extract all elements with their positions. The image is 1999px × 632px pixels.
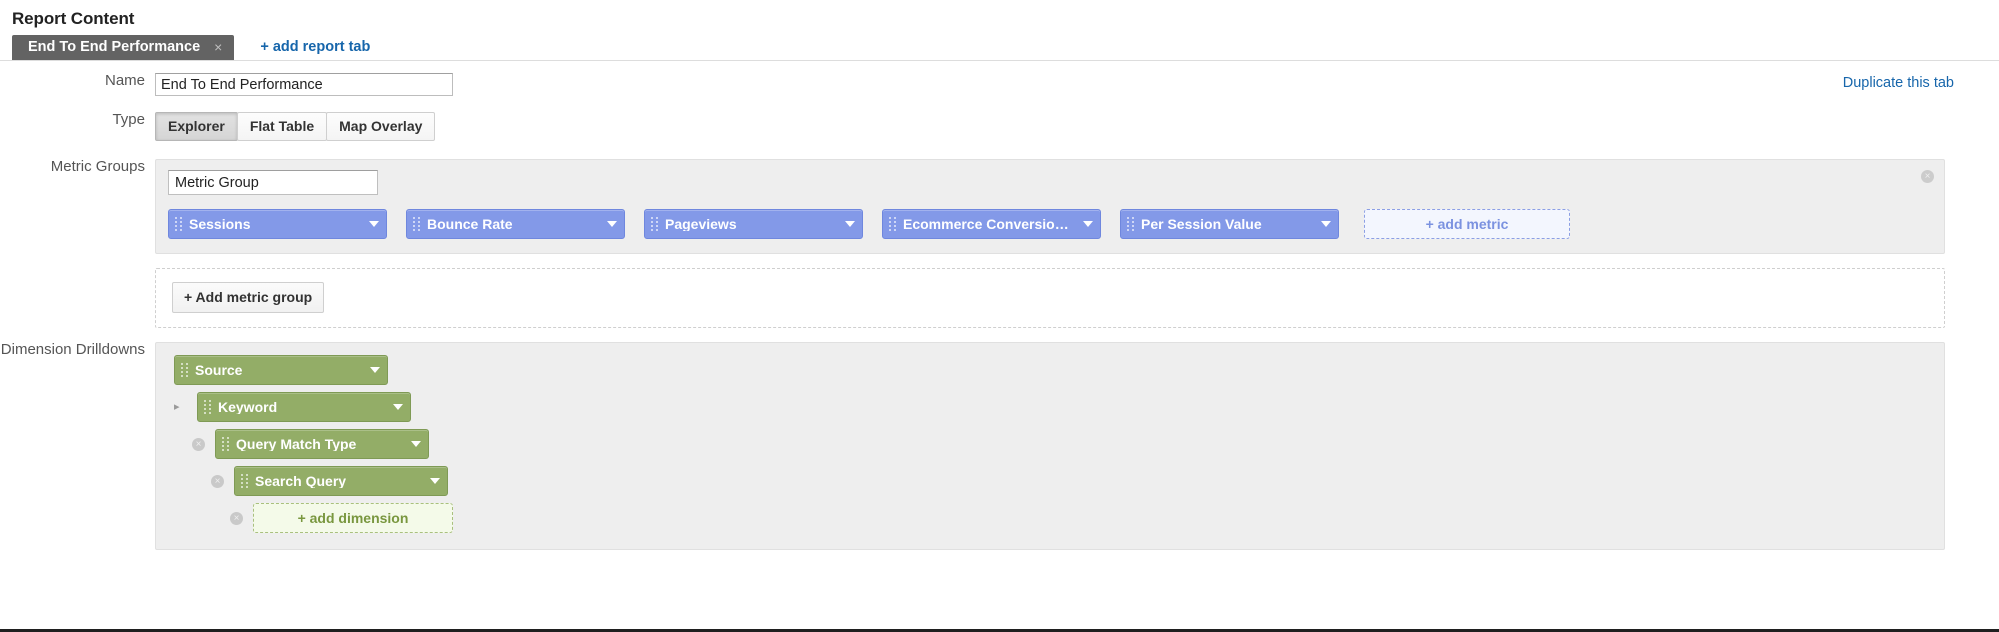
dimension-drilldowns-panel: Source ▸ Keyword × Query Match Type × Se… [155, 342, 1945, 551]
drag-handle-icon[interactable] [413, 217, 420, 232]
report-tab-label: End To End Performance [28, 38, 201, 55]
chevron-down-icon[interactable] [370, 367, 380, 374]
drag-handle-icon[interactable] [241, 474, 248, 489]
type-row: Type Explorer Flat Table Map Overlay [0, 111, 1999, 142]
dimension-row-keyword: ▸ Keyword [168, 392, 1932, 423]
report-tab-end-to-end-performance[interactable]: End To End Performance × [12, 35, 235, 60]
drag-handle-icon[interactable] [175, 217, 182, 232]
name-label: Name [104, 72, 145, 89]
metric-pill-row: Sessions Bounce Rate Pageviews Ecommerce… [168, 209, 1932, 240]
add-metric-button[interactable]: + add metric [1364, 209, 1570, 240]
type-option-explorer[interactable]: Explorer [155, 112, 238, 142]
name-row: Name Duplicate this tab [0, 72, 1999, 96]
type-button-group: Explorer Flat Table Map Overlay [155, 112, 436, 142]
metric-pill-label: Sessions [189, 217, 251, 232]
duplicate-this-tab-link[interactable]: Duplicate this tab [1843, 75, 1954, 91]
close-icon[interactable]: × [214, 40, 222, 54]
chevron-down-icon[interactable] [393, 404, 403, 411]
report-tab-bar: End To End Performance × + add report ta… [0, 29, 1999, 61]
chevron-down-icon[interactable] [1083, 221, 1093, 228]
dimension-drilldowns-row: Dimension Drilldowns Source ▸ Keyword × [0, 341, 1999, 551]
dimension-pill-label: Source [195, 363, 243, 378]
dimension-pill-keyword[interactable]: Keyword [197, 392, 411, 423]
dimension-pill-search-query[interactable]: Search Query [234, 466, 448, 497]
add-metric-group-row: + Add metric group [0, 268, 1999, 329]
type-label: Type [112, 111, 145, 128]
dimension-pill-source[interactable]: Source [174, 355, 388, 386]
chevron-down-icon[interactable] [369, 221, 379, 228]
page-title: Report Content [12, 9, 135, 28]
add-dimension-button[interactable]: + add dimension [253, 503, 453, 534]
dimension-row-search-query: × Search Query [168, 466, 1932, 497]
metric-pill-bounce-rate[interactable]: Bounce Rate [406, 209, 625, 240]
add-metric-group-button[interactable]: + Add metric group [172, 282, 325, 314]
chevron-down-icon[interactable] [411, 441, 421, 448]
dimension-row-query-match-type: × Query Match Type [168, 429, 1932, 460]
drag-handle-icon[interactable] [1127, 217, 1134, 232]
drag-handle-icon[interactable] [181, 363, 188, 378]
remove-dimension-icon[interactable]: × [211, 474, 224, 488]
metric-pill-label: Pageviews [665, 217, 737, 232]
report-name-input[interactable] [155, 73, 453, 96]
dimension-pill-query-match-type[interactable]: Query Match Type [215, 429, 429, 460]
add-metric-group-panel: + Add metric group [155, 268, 1945, 329]
metric-groups-label: Metric Groups [50, 158, 145, 176]
dimension-drilldowns-label: Dimension Drilldowns [0, 341, 145, 359]
metric-pill-sessions[interactable]: Sessions [168, 209, 387, 240]
add-dimension-row: × + add dimension [168, 503, 1932, 534]
dimension-pill-label: Search Query [255, 474, 347, 489]
chevron-down-icon[interactable] [1321, 221, 1331, 228]
dimension-pill-label: Query Match Type [236, 437, 357, 452]
metric-pill-label: Bounce Rate [427, 217, 513, 232]
dimension-row-source: Source [168, 355, 1932, 386]
metric-pill-label: Per Session Value [1141, 217, 1262, 232]
drag-handle-icon[interactable] [222, 437, 229, 452]
remove-dimension-icon[interactable]: × [192, 437, 205, 451]
chevron-right-icon[interactable]: ▸ [174, 401, 183, 413]
chevron-down-icon[interactable] [607, 221, 617, 228]
add-report-tab-link[interactable]: + add report tab [260, 39, 370, 55]
metric-groups-row: Metric Groups × Sessions Bounce Rate Pag… [0, 158, 1999, 255]
dimension-pill-label: Keyword [218, 400, 278, 415]
drag-handle-icon[interactable] [204, 400, 211, 415]
metric-pill-label: Ecommerce Conversion … [903, 217, 1075, 232]
metric-pill-ecommerce-conversion[interactable]: Ecommerce Conversion … [882, 209, 1101, 240]
drag-handle-icon[interactable] [651, 217, 658, 232]
chevron-down-icon[interactable] [430, 478, 440, 485]
type-option-map-overlay[interactable]: Map Overlay [326, 112, 436, 142]
metric-group-name-input[interactable] [168, 170, 378, 196]
drag-handle-icon[interactable] [889, 217, 896, 232]
metric-pill-per-session-value[interactable]: Per Session Value [1120, 209, 1339, 240]
chevron-down-icon[interactable] [845, 221, 855, 228]
remove-dimension-icon[interactable]: × [230, 511, 243, 525]
metric-group-panel: × Sessions Bounce Rate Pageviews Ecommer… [155, 159, 1945, 255]
type-option-flat-table[interactable]: Flat Table [236, 112, 328, 142]
remove-metric-group-icon[interactable]: × [1921, 170, 1934, 184]
metric-pill-pageviews[interactable]: Pageviews [644, 209, 863, 240]
